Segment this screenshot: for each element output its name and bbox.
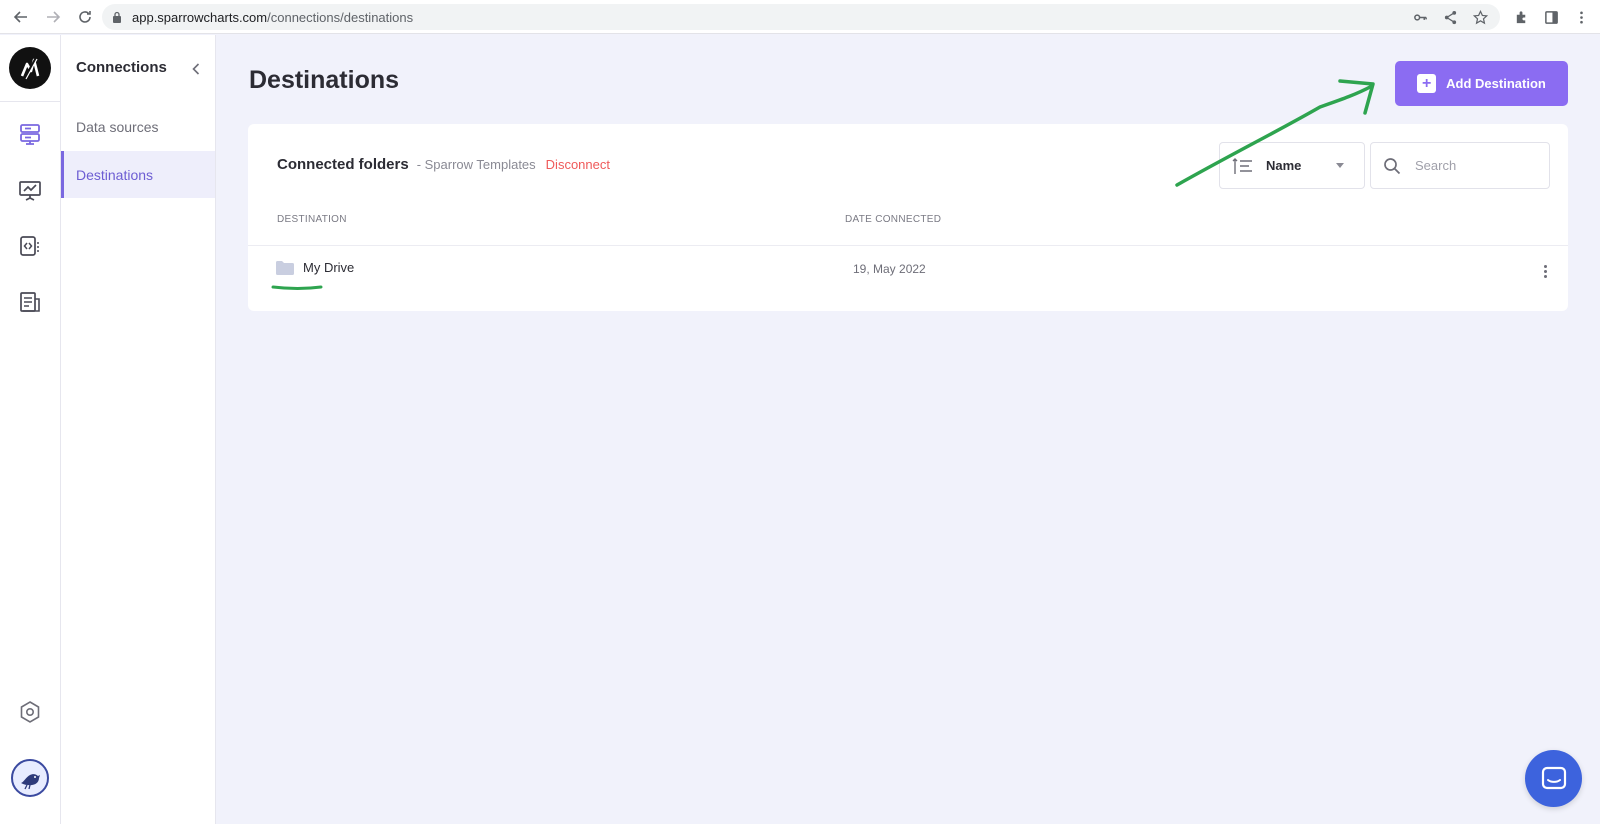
bookmark-star-icon[interactable] xyxy=(1465,2,1495,32)
connections-sidebar: Connections Data sources Destinations xyxy=(61,35,216,824)
settings-hexagon-icon[interactable] xyxy=(17,699,43,725)
column-header-destination[interactable]: DESTINATION xyxy=(277,214,347,225)
address-bar[interactable]: app.sparrowcharts.com/connections/destin… xyxy=(102,4,1500,30)
user-avatar[interactable] xyxy=(11,759,49,797)
caret-down-icon xyxy=(1336,163,1344,168)
search-input[interactable] xyxy=(1415,158,1535,173)
sort-label: Name xyxy=(1266,158,1302,173)
chevron-left-icon xyxy=(192,63,200,75)
sort-icon xyxy=(1232,157,1252,174)
password-key-icon[interactable] xyxy=(1405,2,1435,32)
connected-account: - Sparrow Templates xyxy=(416,157,536,172)
card-title: Connected folders xyxy=(277,156,409,173)
url-host: app.sparrowcharts.com xyxy=(132,9,268,25)
icon-rail xyxy=(0,35,61,824)
plus-icon: + xyxy=(1417,74,1437,93)
disconnect-link[interactable]: Disconnect xyxy=(546,157,610,172)
url-path: /connections/destinations xyxy=(267,9,414,25)
browser-toolbar: app.sparrowcharts.com/connections/destin… xyxy=(0,0,1600,34)
sparrow-logo-icon xyxy=(20,57,40,80)
add-destination-label: Add Destination xyxy=(1446,76,1546,91)
browser-menu-icon[interactable] xyxy=(1566,2,1596,32)
presentation-chart-icon[interactable] xyxy=(17,177,43,203)
share-icon[interactable] xyxy=(1435,2,1465,32)
code-embed-icon[interactable] xyxy=(17,233,43,259)
app-logo[interactable] xyxy=(9,47,51,89)
date-connected-cell: 19, May 2022 xyxy=(853,262,926,276)
reload-icon[interactable] xyxy=(70,2,100,32)
card-header: Connected folders - Sparrow Templates Di… xyxy=(277,156,610,173)
annotation-arrowhead xyxy=(1338,79,1375,115)
report-document-icon[interactable] xyxy=(17,289,43,315)
chat-launcher-button[interactable] xyxy=(1525,750,1582,807)
lock-icon xyxy=(113,11,121,23)
destination-cell: My Drive xyxy=(276,260,354,275)
bird-avatar-icon xyxy=(21,774,40,790)
data-sources-icon[interactable] xyxy=(17,121,43,147)
table-row[interactable]: My Drive 19, May 2022 xyxy=(248,246,1568,308)
back-icon[interactable] xyxy=(6,2,36,32)
sort-dropdown[interactable]: Name xyxy=(1219,142,1365,189)
rail-divider xyxy=(0,101,60,102)
add-destination-button[interactable]: + Add Destination xyxy=(1395,61,1568,106)
connected-folders-card: Connected folders - Sparrow Templates Di… xyxy=(248,124,1568,311)
extensions-puzzle-icon[interactable] xyxy=(1506,2,1536,32)
sidebar-item-data-sources[interactable]: Data sources xyxy=(61,103,215,150)
forward-icon[interactable] xyxy=(38,2,68,32)
collapse-sidebar-button[interactable] xyxy=(188,59,204,79)
sidebar-item-destinations[interactable]: Destinations xyxy=(61,151,215,198)
page-title: Destinations xyxy=(249,66,400,94)
column-header-date-connected[interactable]: DATE CONNECTED xyxy=(845,214,941,225)
sidebar-item-label: Data sources xyxy=(76,118,159,135)
row-more-options-icon[interactable] xyxy=(1538,260,1552,282)
sidebar-item-label: Destinations xyxy=(76,166,154,183)
destination-name[interactable]: My Drive xyxy=(303,260,354,275)
folder-icon xyxy=(276,260,294,275)
chat-bubble-icon xyxy=(1541,766,1566,789)
side-panel-icon[interactable] xyxy=(1536,2,1566,32)
search-icon xyxy=(1384,157,1401,174)
sidebar-title: Connections xyxy=(76,59,167,76)
search-field[interactable] xyxy=(1370,142,1550,189)
